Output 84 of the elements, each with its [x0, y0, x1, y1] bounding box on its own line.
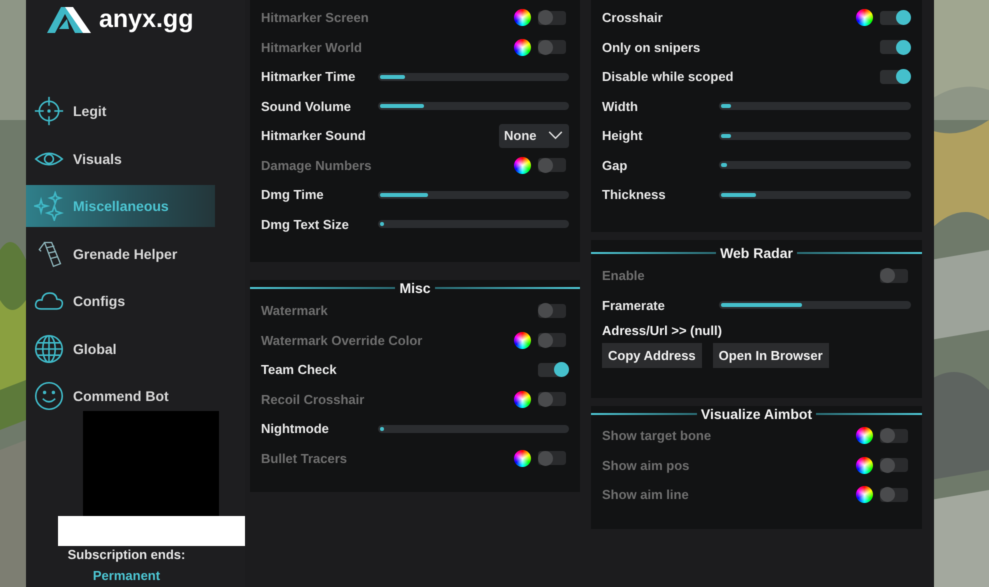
globe-icon	[34, 334, 64, 364]
color-picker[interactable]	[856, 427, 873, 444]
sidebar-item[interactable]: Grenade Helper	[26, 238, 239, 268]
setting-label: Only on snipers	[602, 40, 700, 55]
color-picker[interactable]	[514, 332, 531, 349]
toggle-switch[interactable]	[880, 70, 908, 84]
toggle-switch[interactable]	[538, 392, 566, 406]
subscription-label: Subscription ends:	[68, 547, 186, 562]
setting-label: Crosshair	[602, 10, 663, 26]
setting-label: Bullet Tracers	[261, 450, 347, 466]
slider-fill[interactable]	[380, 222, 384, 226]
toggle-switch[interactable]	[880, 40, 908, 54]
color-picker[interactable]	[856, 456, 873, 474]
address-text: Adress/Url >> (null)	[602, 322, 723, 340]
slider-fill[interactable]	[721, 303, 802, 308]
slider-fill[interactable]	[721, 134, 731, 138]
color-picker[interactable]	[514, 450, 531, 467]
slider-fill[interactable]	[380, 104, 424, 108]
setting-label: Watermark	[261, 303, 328, 318]
slider-fill[interactable]	[721, 104, 731, 108]
sidebar-item[interactable]: Configs	[26, 286, 239, 316]
brand-name: anyx.gg	[99, 5, 194, 33]
slider-fill[interactable]	[380, 192, 428, 197]
color-picker[interactable]	[514, 9, 531, 26]
color-picker[interactable]	[514, 38, 531, 56]
setting-label: Hitmarker World	[261, 40, 362, 55]
chevron-down-icon	[548, 131, 563, 140]
logo-icon	[47, 5, 91, 33]
setting-label: Team Check	[261, 362, 337, 378]
sidebar-item[interactable]: Global	[26, 334, 239, 364]
section-title: Visualize Aimbot	[700, 406, 814, 422]
toggle-switch[interactable]	[538, 333, 566, 348]
setting-label: Show target bone	[602, 428, 712, 444]
setting-label: Disable while scoped	[602, 69, 734, 84]
toggle-switch[interactable]	[880, 458, 908, 472]
section-title: Web Radar	[719, 245, 794, 261]
setting-label: Nightmode	[261, 421, 330, 436]
toggle-switch[interactable]	[880, 428, 908, 443]
section-title: Misc	[398, 280, 432, 296]
color-picker[interactable]	[514, 156, 531, 174]
toggle-switch[interactable]	[880, 268, 908, 283]
slider-fill[interactable]	[721, 192, 756, 197]
setting-label: Framerate	[602, 298, 666, 313]
setting-label: Hitmarker Time	[261, 69, 356, 84]
setting-label: Recoil Crosshair	[261, 392, 364, 407]
setting-label: Dmg Time	[261, 187, 325, 202]
slider-fill[interactable]	[721, 163, 727, 168]
setting-label: Thickness	[602, 187, 667, 202]
setting-label: Watermark Override Color	[261, 332, 422, 348]
color-picker[interactable]	[856, 9, 873, 26]
sidebar-item[interactable]: Visuals	[26, 144, 239, 174]
toggle-switch[interactable]	[538, 451, 566, 466]
sidebar-item[interactable]: Commend Bot	[26, 381, 239, 411]
toggle-switch[interactable]	[538, 362, 566, 377]
color-picker[interactable]	[514, 390, 531, 408]
smiley-icon	[34, 381, 64, 411]
setting-label: Hitmarker Sound	[261, 128, 366, 144]
slider-fill[interactable]	[380, 74, 405, 79]
toggle-switch[interactable]	[538, 40, 566, 54]
crosshair-icon	[34, 96, 64, 126]
setting-label: Show aim line	[602, 487, 689, 502]
setting-label: Hitmarker Screen	[261, 10, 369, 26]
toggle-switch[interactable]	[880, 488, 908, 502]
subscription-value: Permanent	[92, 568, 160, 583]
setting-label: Damage Numbers	[261, 158, 372, 173]
color-picker[interactable]	[856, 486, 873, 504]
toggle-switch[interactable]	[538, 304, 566, 318]
toggle-switch[interactable]	[538, 158, 566, 172]
sidebar-item[interactable]: Legit	[26, 96, 239, 126]
action-button[interactable]: Copy Address	[602, 343, 702, 368]
toggle-switch[interactable]	[538, 10, 566, 25]
action-button[interactable]: Open In Browser	[712, 343, 829, 368]
setting-label: Dmg Text Size	[261, 216, 350, 232]
slider-fill[interactable]	[380, 426, 384, 431]
sound-dropdown[interactable]: None	[499, 124, 569, 148]
sidebar-item[interactable]: Miscellaneous	[26, 185, 215, 227]
sparkles-icon	[34, 191, 64, 221]
setting-label: Height	[602, 128, 644, 144]
setting-label: Enable	[602, 268, 645, 284]
setting-label: Gap	[602, 158, 628, 173]
setting-label: Sound Volume	[261, 98, 352, 114]
toggle-switch[interactable]	[880, 10, 908, 25]
setting-label: Width	[602, 98, 639, 114]
setting-label: Show aim pos	[602, 458, 690, 473]
